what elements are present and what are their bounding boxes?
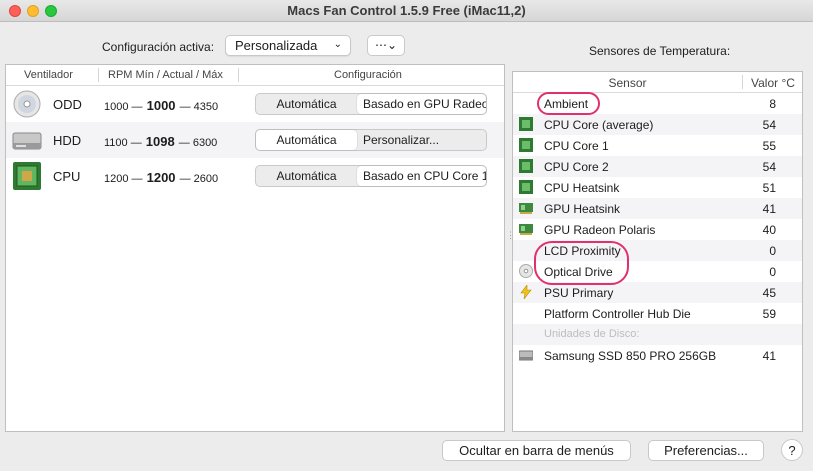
gpu-card-icon bbox=[519, 201, 533, 215]
highlight-circle-ambient bbox=[537, 92, 600, 115]
sensor-value: 54 bbox=[762, 118, 776, 132]
fan-row[interactable]: CPU 1200 — 1200 — 2600 Automática Basado en… bbox=[6, 158, 504, 194]
value-column-header[interactable]: Valor °C bbox=[751, 76, 795, 90]
sensor-row[interactable]: CPU Core (average) 54 bbox=[513, 114, 802, 135]
auto-mode-button[interactable]: Automática bbox=[256, 166, 357, 186]
sensor-name: Unidades de Disco: bbox=[544, 328, 640, 340]
more-options-button[interactable]: ⋯⌄ bbox=[367, 35, 405, 56]
fan-control-segmented: Automática Personalizar... bbox=[255, 129, 487, 151]
sensor-name: CPU Core (average) bbox=[544, 118, 654, 132]
fan-rpm: 1000 — 1000 — 4350 bbox=[104, 98, 219, 113]
fan-name: ODD bbox=[53, 97, 82, 112]
fans-table: Ventilador RPM Mín / Actual / Máx Config… bbox=[5, 64, 505, 432]
sensor-value: 0 bbox=[769, 244, 776, 258]
sensor-row[interactable]: GPU Heatsink 41 bbox=[513, 198, 802, 219]
fan-rpm-min: 1100 bbox=[104, 137, 128, 149]
custom-mode-button[interactable]: Personalizar... bbox=[357, 130, 486, 150]
fan-row[interactable]: HDD 1100 — 1098 — 6300 Automática Personali… bbox=[6, 122, 504, 158]
sensors-table-header: Sensor Valor °C bbox=[513, 72, 802, 93]
fan-control-segmented: Automática Basado en GPU Radeo... bbox=[255, 93, 487, 115]
chevron-down-icon: ⌄ bbox=[333, 39, 342, 50]
sensor-value: 0 bbox=[769, 265, 776, 279]
hide-in-menu-bar-button[interactable]: Ocultar en barra de menús bbox=[442, 440, 631, 461]
fan-row[interactable]: ODD 1000 — 1000 — 4350 Automática Basado en… bbox=[6, 86, 504, 122]
hdd-icon bbox=[12, 125, 42, 155]
window-title: Macs Fan Control 1.5.9 Free (iMac11,2) bbox=[287, 3, 526, 18]
custom-mode-button[interactable]: Basado en CPU Core 1 bbox=[357, 166, 486, 186]
custom-mode-button[interactable]: Basado en GPU Radeo... bbox=[357, 94, 486, 114]
sensor-name: CPU Core 2 bbox=[544, 160, 609, 174]
sensor-name: Platform Controller Hub Die bbox=[544, 307, 691, 321]
chip-icon bbox=[519, 138, 533, 152]
chip-icon bbox=[519, 159, 533, 173]
fan-control-segmented: Automática Basado en CPU Core 1 bbox=[255, 165, 487, 187]
sensor-value: 51 bbox=[762, 181, 776, 195]
fan-rpm: 1100 — 1098 — 6300 bbox=[104, 134, 218, 149]
split-view-divider[interactable]: ⋮ bbox=[506, 230, 515, 240]
auto-mode-button[interactable]: Automática bbox=[256, 94, 357, 114]
gpu-card-icon bbox=[519, 222, 533, 236]
sensor-name: PSU Primary bbox=[544, 286, 614, 300]
auto-mode-button[interactable]: Automática bbox=[256, 130, 357, 150]
lightning-icon bbox=[519, 284, 533, 300]
fan-rpm-max: 6300 bbox=[192, 137, 218, 149]
active-config-value: Personalizada bbox=[235, 38, 318, 53]
fan-name: HDD bbox=[53, 133, 82, 148]
sensor-value: 41 bbox=[762, 349, 776, 363]
sensor-value: 45 bbox=[762, 286, 776, 300]
fan-rpm-current: 1000 bbox=[146, 98, 176, 113]
fan-rpm: 1200 — 1200 — 2600 bbox=[104, 170, 219, 185]
sensor-name: Samsung SSD 850 PRO 256GB bbox=[544, 349, 717, 363]
sensor-value: 40 bbox=[762, 223, 776, 237]
sensors-table: Sensor Valor °C Ambient 8 CPU Core (averag… bbox=[512, 71, 803, 432]
sensor-row[interactable]: CPU Heatsink 51 bbox=[513, 177, 802, 198]
fan-rpm-min: 1000 bbox=[104, 101, 129, 113]
sensor-value: 55 bbox=[762, 139, 776, 153]
sensor-name: GPU Radeon Polaris bbox=[544, 223, 656, 237]
temperature-sensors-label: Sensores de Temperatura: bbox=[589, 44, 731, 58]
ssd-icon bbox=[518, 348, 534, 362]
sensor-row[interactable]: Samsung SSD 850 PRO 256GB 41 bbox=[513, 345, 802, 366]
fan-rpm-min: 1200 bbox=[104, 173, 129, 185]
title-bar: Macs Fan Control 1.5.9 Free (iMac11,2) bbox=[0, 0, 813, 22]
fan-rpm-max: 2600 bbox=[193, 173, 219, 185]
sensor-row[interactable]: Platform Controller Hub Die 59 bbox=[513, 303, 802, 324]
fan-name: CPU bbox=[53, 169, 81, 184]
sensor-name: GPU Heatsink bbox=[544, 202, 621, 216]
sensor-name: CPU Core 1 bbox=[544, 139, 609, 153]
sensor-row[interactable]: CPU Core 2 54 bbox=[513, 156, 802, 177]
active-config-select[interactable]: Personalizada ⌄ bbox=[225, 35, 351, 56]
preferences-button[interactable]: Preferencias... bbox=[648, 440, 764, 461]
sensor-row[interactable]: GPU Radeon Polaris 40 bbox=[513, 219, 802, 240]
sensor-row[interactable]: PSU Primary 45 bbox=[513, 282, 802, 303]
fan-rpm-current: 1200 bbox=[146, 170, 176, 185]
highlight-circle-lcd-optical bbox=[534, 241, 629, 285]
chip-icon bbox=[519, 180, 533, 194]
odd-drive-icon bbox=[12, 89, 42, 119]
chip-icon bbox=[519, 117, 533, 131]
sensor-value: 59 bbox=[762, 307, 776, 321]
help-button[interactable]: ? bbox=[781, 439, 803, 461]
fan-column-header[interactable]: Ventilador bbox=[24, 69, 73, 81]
active-config-label: Configuración activa: bbox=[102, 40, 215, 54]
sensor-value: 54 bbox=[762, 160, 776, 174]
sensor-column-header[interactable]: Sensor bbox=[513, 76, 742, 90]
fans-table-header: Ventilador RPM Mín / Actual / Máx Config… bbox=[6, 65, 504, 86]
fan-rpm-current: 1098 bbox=[145, 134, 175, 149]
rpm-column-header[interactable]: RPM Mín / Actual / Máx bbox=[108, 69, 223, 81]
sensor-value: 41 bbox=[762, 202, 776, 216]
sensor-row[interactable]: CPU Core 1 55 bbox=[513, 135, 802, 156]
sensor-value: 8 bbox=[769, 97, 776, 111]
cpu-chip-icon bbox=[12, 161, 42, 191]
fan-rpm-max: 4350 bbox=[193, 101, 219, 113]
sensor-group-header: Unidades de Disco: bbox=[513, 324, 802, 345]
sensor-name: CPU Heatsink bbox=[544, 181, 620, 195]
config-column-header[interactable]: Configuración bbox=[334, 69, 402, 81]
disc-icon bbox=[519, 264, 533, 278]
